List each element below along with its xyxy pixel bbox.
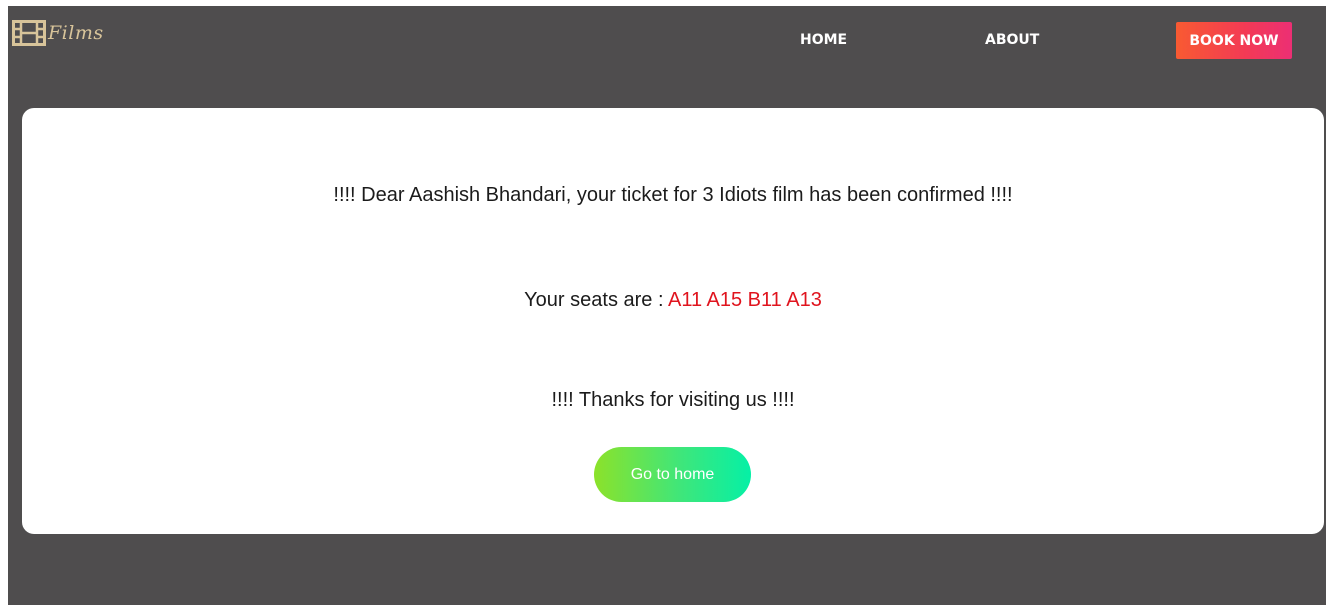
- thanks-message: !!!! Thanks for visiting us !!!!: [551, 389, 795, 411]
- nav-link-home[interactable]: HOME: [800, 32, 847, 48]
- seats-label: Your seats are :: [524, 289, 664, 311]
- seats-line: Your seats are : A11 A15 B11 A13: [22, 289, 1324, 312]
- confirmation-message: !!!! Dear Aashish Bhandari, your ticket …: [333, 184, 1013, 206]
- go-to-home-button[interactable]: Go to home: [594, 447, 751, 502]
- logo[interactable]: Films: [12, 20, 104, 46]
- confirmation-card: !!!! Dear Aashish Bhandari, your ticket …: [22, 108, 1324, 534]
- seats-value: A11 A15 B11 A13: [667, 289, 822, 311]
- navbar: Films HOME ABOUT BOOK NOW: [8, 6, 1326, 76]
- book-now-button[interactable]: BOOK NOW: [1176, 22, 1292, 59]
- film-strip-icon: [12, 20, 46, 46]
- page-background: Films HOME ABOUT BOOK NOW !!!! Dear Aash…: [8, 6, 1326, 605]
- logo-text: Films: [48, 22, 104, 44]
- nav-link-about[interactable]: ABOUT: [985, 32, 1039, 48]
